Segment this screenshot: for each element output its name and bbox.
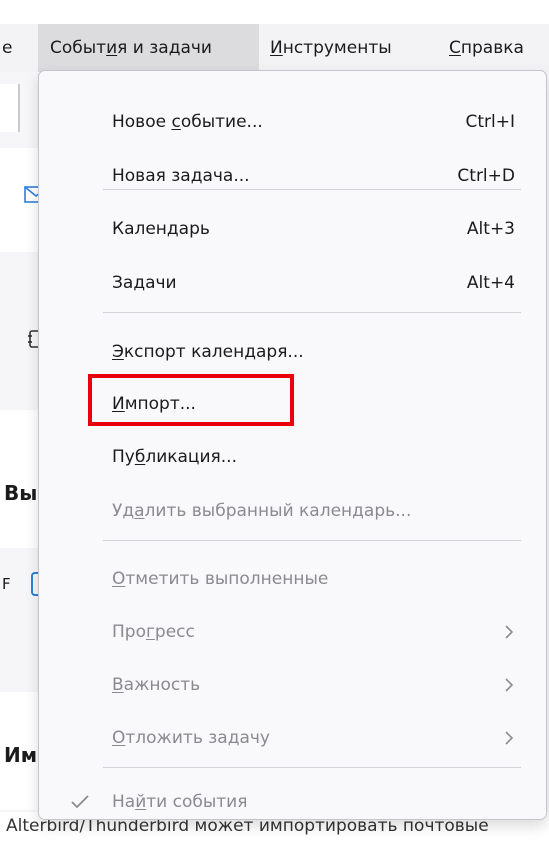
menu-item-delete-calendar: Удалить выбранный календарь... <box>112 501 412 521</box>
menu-item-mark-completed: Отметить выполненные <box>112 569 329 589</box>
shortcut-label: Alt+4 <box>466 273 515 293</box>
menu-item-tasks[interactable]: Задачи Alt+4 <box>45 257 540 309</box>
menu-item-calendar[interactable]: Календарь Alt+3 <box>45 203 540 255</box>
chevron-right-icon <box>505 678 514 692</box>
menu-item-export-calendar[interactable]: Экспорт календаря... <box>45 326 540 378</box>
checkmark-icon <box>71 795 89 809</box>
shortcut-label: Ctrl+D <box>457 166 515 186</box>
shortcut-label: Alt+3 <box>466 219 515 239</box>
title-strip <box>0 0 549 24</box>
menubar-item-help[interactable]: Справка <box>449 24 524 72</box>
background-tab <box>0 84 18 132</box>
menu-separator <box>103 767 521 768</box>
menubar-item-events-and-tasks[interactable]: События и задачи <box>38 24 259 72</box>
menu-separator <box>103 189 521 190</box>
menu-item-priority: Важность <box>45 659 540 711</box>
menu-item-progress: Прогресс <box>45 606 540 658</box>
shortcut-label: Ctrl+I <box>465 112 515 132</box>
background-heading-fragment: Вы <box>4 481 38 505</box>
chevron-right-icon <box>505 625 514 639</box>
menubar-item-tools[interactable]: Инструменты <box>270 24 392 72</box>
menubar: е События и задачи Инструменты Справка <box>0 24 549 72</box>
menu-item-postpone-task: Отложить задачу <box>45 712 540 764</box>
background-text-fragment: F <box>2 575 11 593</box>
menu-item-publish[interactable]: Публикация... <box>45 431 540 483</box>
background-field-fragment <box>31 572 38 596</box>
events-and-tasks-menu: Новое событие... Ctrl+I Новая задача... … <box>38 70 547 820</box>
highlight-annotation-box <box>88 374 294 426</box>
menu-item-find-events[interactable]: Найти события <box>45 776 540 828</box>
menu-separator <box>103 540 521 541</box>
menu-item-new-event[interactable]: Новое событие... Ctrl+I <box>45 96 540 148</box>
menubar-item-edit[interactable]: е <box>0 24 32 72</box>
chevron-right-icon <box>505 731 514 745</box>
menu-separator <box>103 312 521 313</box>
background-heading-fragment-2: Им <box>4 743 38 767</box>
background-tab-edge <box>18 84 20 132</box>
menu-item-new-task[interactable]: Новая задача... Ctrl+D <box>45 150 540 202</box>
